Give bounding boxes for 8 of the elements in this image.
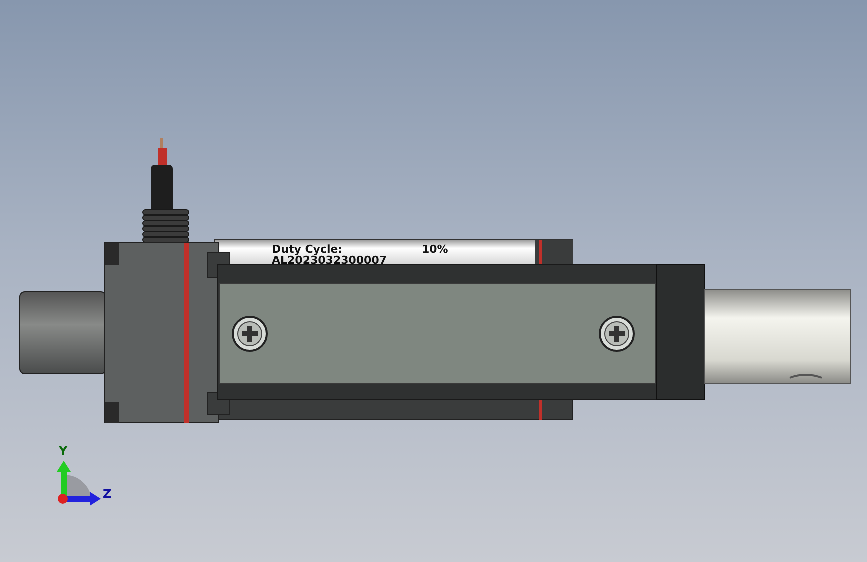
label-text: Duty Cycle: [272,243,343,256]
label-text: 10% [422,243,448,256]
axis-label: Y [59,444,68,458]
screw-icon [599,316,635,352]
screw-icon [232,316,268,352]
label-text: AL2023032300007 [272,254,388,267]
axis-label: Z [103,487,112,501]
axis-triad-drawing [57,461,101,506]
